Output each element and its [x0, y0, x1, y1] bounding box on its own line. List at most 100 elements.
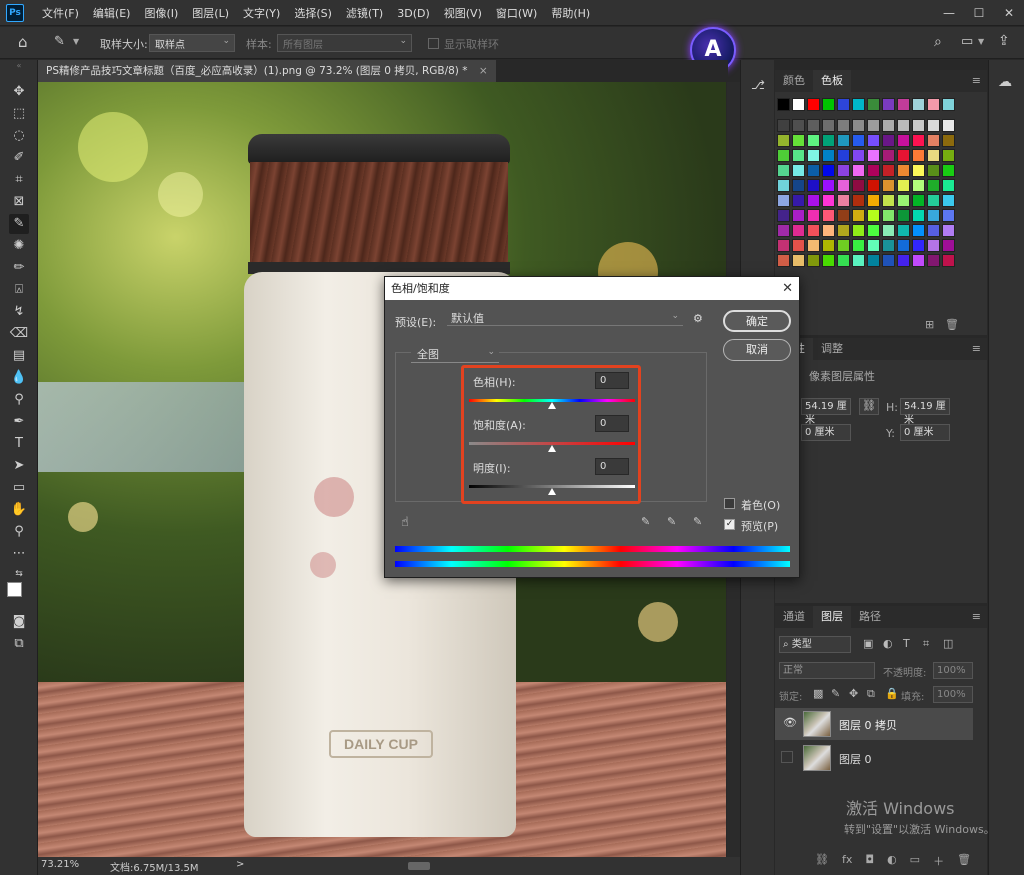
adjustment-filter-icon[interactable]: ◐: [883, 637, 893, 650]
swatch[interactable]: [792, 119, 805, 132]
tab-adjustments[interactable]: 调整: [813, 338, 851, 360]
menu-filter[interactable]: 滤镜(T): [344, 5, 385, 21]
lock-all-icon[interactable]: 🔒: [885, 687, 899, 700]
swatch[interactable]: [942, 179, 955, 192]
new-adjustment-icon[interactable]: ◐: [887, 853, 897, 869]
swatch[interactable]: [807, 194, 820, 207]
swatch[interactable]: [792, 224, 805, 237]
swatch[interactable]: [852, 239, 865, 252]
opacity-field[interactable]: 100%: [933, 662, 973, 679]
quick-mask-icon[interactable]: ◙: [9, 612, 29, 632]
sample-select[interactable]: 所有图层 ⌄: [277, 34, 412, 52]
swatch[interactable]: [807, 179, 820, 192]
swatch[interactable]: [807, 239, 820, 252]
path-select-tool-icon[interactable]: ➤: [9, 456, 29, 476]
swatch[interactable]: [867, 134, 880, 147]
x-field[interactable]: 0 厘米: [801, 424, 851, 441]
swatch[interactable]: [837, 194, 850, 207]
swatch[interactable]: [897, 164, 910, 177]
swatch[interactable]: [942, 224, 955, 237]
swatch[interactable]: [807, 209, 820, 222]
marquee-tool-icon[interactable]: ⬚: [9, 104, 29, 124]
menu-select[interactable]: 选择(S): [292, 5, 334, 21]
shape-filter-icon[interactable]: ⌗: [923, 637, 929, 651]
new-layer-icon[interactable]: ＋: [933, 853, 944, 869]
tab-color[interactable]: 颜色: [775, 70, 813, 92]
swatch[interactable]: [927, 254, 940, 267]
swatch[interactable]: [867, 224, 880, 237]
type-filter-icon[interactable]: T: [903, 637, 910, 650]
swatch[interactable]: [792, 194, 805, 207]
swatch[interactable]: [807, 224, 820, 237]
swatch[interactable]: [927, 194, 940, 207]
swatch[interactable]: [837, 98, 850, 111]
tool-preset-chevron-icon[interactable]: ▼: [73, 37, 79, 46]
swatch[interactable]: [882, 149, 895, 162]
swatch[interactable]: [912, 194, 925, 207]
pixel-filter-icon[interactable]: ▣: [863, 637, 873, 650]
frame-tool-icon[interactable]: ⊠: [9, 192, 29, 212]
swatch[interactable]: [912, 179, 925, 192]
tab-swatches[interactable]: 色板: [813, 70, 851, 92]
swatch[interactable]: [897, 134, 910, 147]
link-dimensions-icon[interactable]: ⛓: [859, 398, 879, 415]
swatch[interactable]: [927, 179, 940, 192]
swatch[interactable]: [912, 134, 925, 147]
home-icon[interactable]: ⌂: [18, 33, 28, 51]
lock-artboard-icon[interactable]: ⧉: [867, 687, 875, 701]
visibility-toggle-off[interactable]: [781, 751, 793, 763]
swatch[interactable]: [927, 209, 940, 222]
swatch[interactable]: [852, 224, 865, 237]
layer-name[interactable]: 图层 0: [839, 751, 872, 767]
swatch[interactable]: [807, 119, 820, 132]
photoshop-logo[interactable]: Ps: [6, 4, 24, 22]
swatch[interactable]: [792, 98, 805, 111]
swatch[interactable]: [867, 194, 880, 207]
swatch[interactable]: [912, 98, 925, 111]
swatch[interactable]: [927, 119, 940, 132]
menu-window[interactable]: 窗口(W): [494, 5, 539, 21]
menu-file[interactable]: 文件(F): [40, 5, 81, 21]
swatch[interactable]: [837, 149, 850, 162]
swatch[interactable]: [882, 98, 895, 111]
swatch[interactable]: [807, 254, 820, 267]
swatch[interactable]: [897, 179, 910, 192]
swatch[interactable]: [927, 134, 940, 147]
swatch[interactable]: [822, 194, 835, 207]
swatch[interactable]: [882, 194, 895, 207]
share-icon[interactable]: ⇪: [998, 33, 1010, 49]
layer-row-copy[interactable]: 👁 图层 0 拷贝: [775, 708, 973, 740]
y-field[interactable]: 0 厘米: [900, 424, 950, 441]
smart-object-filter-icon[interactable]: ◫: [943, 637, 953, 650]
swatch[interactable]: [822, 224, 835, 237]
crop-tool-icon[interactable]: ⌗: [9, 170, 29, 190]
swap-colors-icon[interactable]: ⇆: [9, 564, 29, 584]
swatch[interactable]: [792, 209, 805, 222]
swatch[interactable]: [777, 119, 790, 132]
swatch[interactable]: [852, 149, 865, 162]
swatch[interactable]: [942, 254, 955, 267]
swatch[interactable]: [777, 224, 790, 237]
swatch[interactable]: [822, 164, 835, 177]
swatch[interactable]: [837, 209, 850, 222]
cancel-button[interactable]: 取消: [723, 339, 791, 361]
layer-style-icon[interactable]: fx: [842, 853, 852, 869]
menu-type[interactable]: 文字(Y): [241, 5, 282, 21]
swatch[interactable]: [927, 224, 940, 237]
new-group-icon[interactable]: ▭: [910, 853, 920, 869]
close-icon[interactable]: ✕: [782, 277, 793, 300]
blur-tool-icon[interactable]: 💧: [9, 368, 29, 388]
layer-name[interactable]: 图层 0 拷贝: [839, 717, 897, 733]
swatch[interactable]: [777, 209, 790, 222]
toolbar-collapse-icon[interactable]: «: [9, 62, 29, 70]
swatch[interactable]: [852, 164, 865, 177]
swatch[interactable]: [852, 98, 865, 111]
swatch[interactable]: [777, 98, 790, 111]
search-icon[interactable]: ⌕: [934, 34, 942, 50]
swatch[interactable]: [852, 194, 865, 207]
panel-menu-icon[interactable]: ≡: [972, 610, 981, 623]
swatch[interactable]: [792, 239, 805, 252]
swatch[interactable]: [822, 134, 835, 147]
lasso-tool-icon[interactable]: ◌: [9, 126, 29, 146]
swatch[interactable]: [867, 149, 880, 162]
